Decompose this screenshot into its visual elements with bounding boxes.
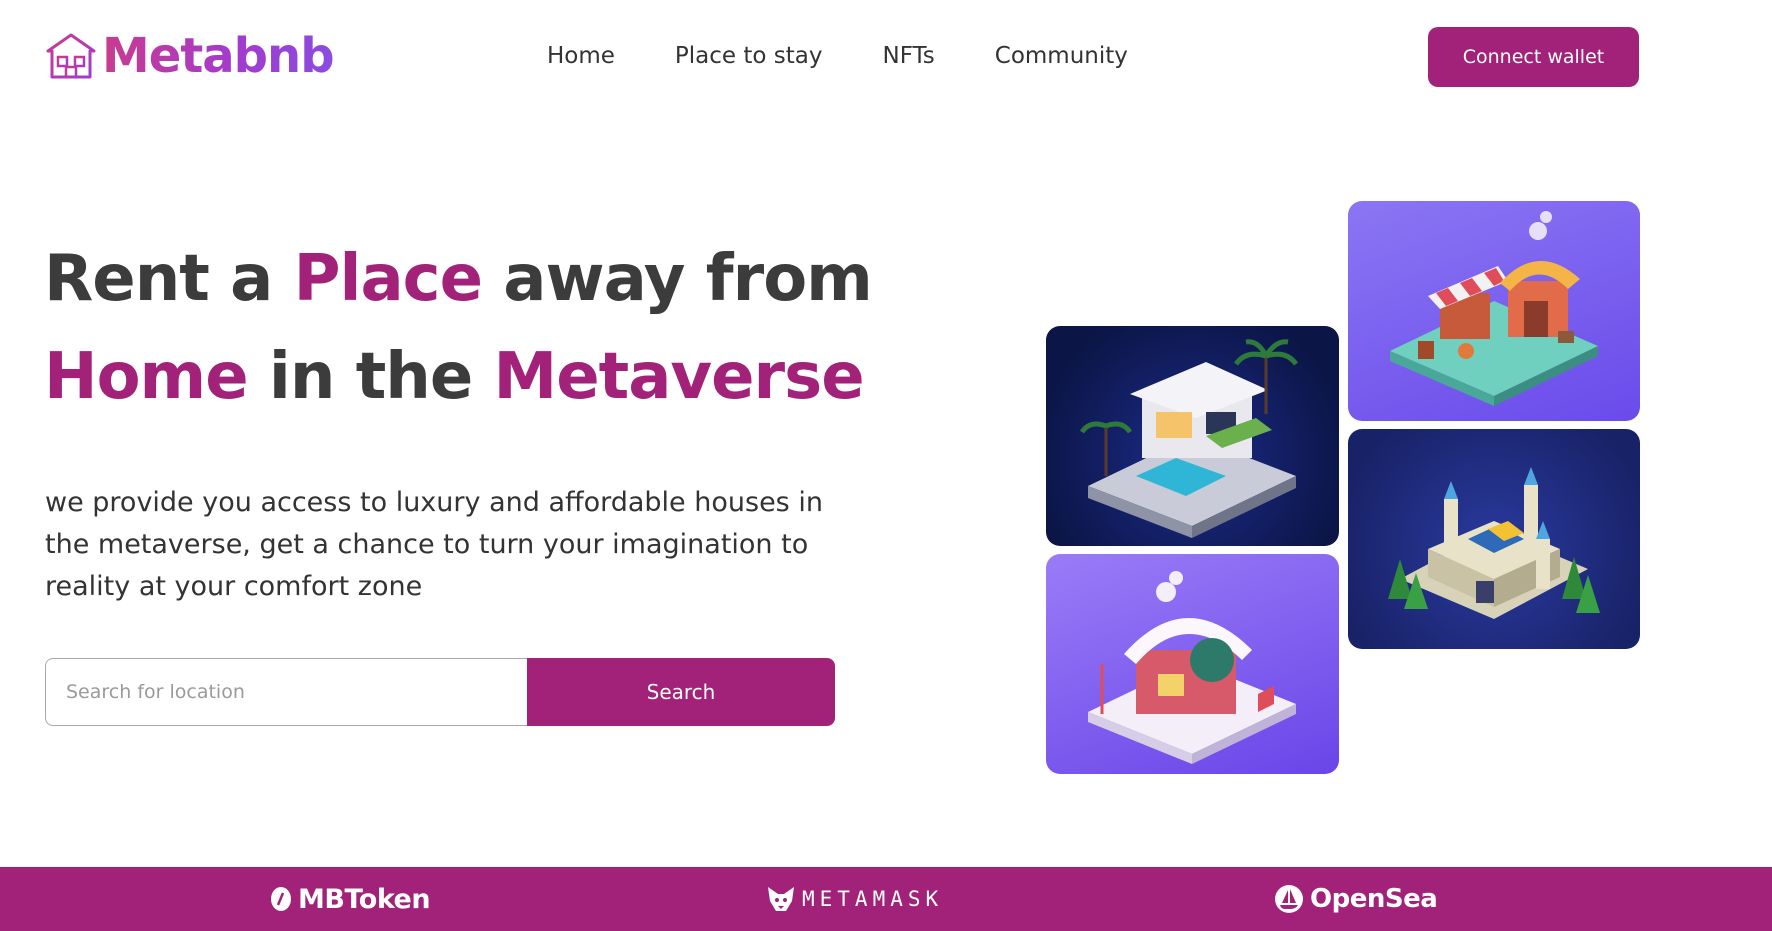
partner-name: OpenSea bbox=[1310, 884, 1438, 914]
nav-item-home[interactable]: Home bbox=[547, 38, 615, 74]
snow-house-image bbox=[1046, 554, 1339, 774]
market-stall-image bbox=[1348, 201, 1640, 421]
hero-title-part: Rent a bbox=[44, 242, 294, 316]
villa-image bbox=[1046, 326, 1339, 546]
nav-item-community[interactable]: Community bbox=[995, 38, 1128, 74]
connect-wallet-button[interactable]: Connect wallet bbox=[1428, 27, 1639, 87]
partner-metamask[interactable]: METAMASK bbox=[766, 867, 943, 931]
nav-item-nfts[interactable]: NFTs bbox=[883, 38, 935, 74]
search-button[interactable]: Search bbox=[527, 658, 835, 726]
house-icon bbox=[46, 33, 96, 79]
nav-item-place-to-stay[interactable]: Place to stay bbox=[675, 38, 823, 74]
hero-title-accent: Home bbox=[44, 340, 249, 414]
hero-description: we provide you access to luxury and affo… bbox=[45, 487, 823, 602]
hero-title-part: in the bbox=[247, 340, 494, 414]
partner-name: MBToken bbox=[298, 883, 431, 915]
search-input[interactable] bbox=[45, 658, 527, 726]
hero-title-part: away from bbox=[481, 242, 873, 316]
hero-title-accent: Place bbox=[293, 242, 483, 316]
partner-opensea[interactable]: OpenSea bbox=[1274, 867, 1438, 931]
partner-mbtoken[interactable]: MBToken bbox=[270, 867, 431, 931]
partner-bar: MBToken METAMASK OpenSea bbox=[0, 867, 1772, 931]
search-bar: Search bbox=[45, 658, 835, 726]
fox-icon bbox=[768, 887, 794, 911]
hero-title: Rent a Place away from Home in the Metave… bbox=[44, 230, 924, 426]
main-nav: Home Place to stay NFTs Community bbox=[547, 38, 1128, 74]
opensea-icon bbox=[1275, 885, 1303, 913]
hero-title-accent: Metaverse bbox=[493, 340, 865, 414]
brand-logo[interactable]: Metabnb bbox=[44, 28, 335, 84]
brand-name: Metabnb bbox=[102, 28, 335, 84]
partner-name: METAMASK bbox=[802, 887, 944, 911]
castle-image bbox=[1348, 429, 1640, 649]
mbtoken-icon bbox=[271, 887, 291, 911]
